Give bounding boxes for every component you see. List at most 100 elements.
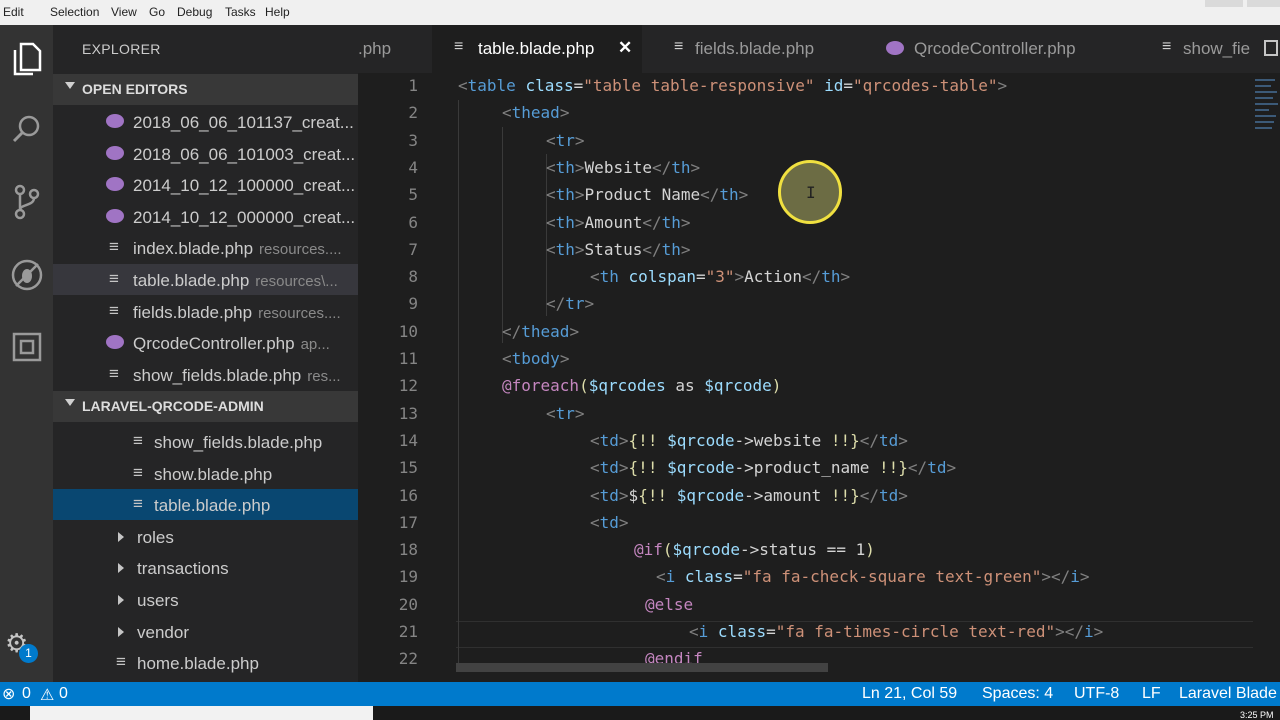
- line-number: 4: [408, 157, 418, 177]
- code-text: <td>{!! $qrcode->product_name !!}</td>: [590, 458, 956, 477]
- open-editor-path: resources....: [259, 241, 342, 259]
- tree-folder[interactable]: transactions: [53, 552, 358, 583]
- menu-help[interactable]: Help: [265, 5, 290, 19]
- explorer-sidebar: EXPLORER OPEN EDITORS 2018_06_06_101137_…: [53, 25, 358, 682]
- source-control-icon[interactable]: [0, 182, 53, 222]
- menu-go[interactable]: Go: [149, 5, 165, 19]
- open-editor-item[interactable]: ≡ show_fields.blade.php res...: [53, 359, 358, 390]
- code-token: i: [1084, 622, 1094, 641]
- debug-icon[interactable]: [0, 255, 53, 295]
- extensions-icon[interactable]: [0, 327, 53, 367]
- code-token: <: [590, 430, 600, 450]
- tree-folder[interactable]: roles: [53, 521, 358, 552]
- open-editor-item[interactable]: ≡ index.blade.php resources....: [53, 232, 358, 263]
- code-token: $qrcode: [672, 540, 740, 560]
- tab-show-fields[interactable]: ≡ show_fie: [1148, 25, 1250, 73]
- line-number: 3: [408, 130, 418, 150]
- code-token: >: [618, 458, 629, 478]
- indentation[interactable]: Spaces: 4: [982, 685, 1053, 703]
- horizontal-scrollbar[interactable]: [456, 663, 828, 672]
- code-token: >: [574, 157, 585, 177]
- menu-selection[interactable]: Selection: [50, 5, 99, 19]
- search-icon[interactable]: [0, 109, 53, 149]
- maximize-button[interactable]: [1247, 0, 1280, 7]
- minimize-button[interactable]: [1205, 0, 1243, 7]
- tree-file[interactable]: ≡ show.blade.php: [53, 458, 358, 489]
- tree-folder[interactable]: users: [53, 584, 358, 615]
- code-line: 12 @foreach($qrcodes as $qrcode): [358, 373, 1258, 400]
- code-token: ></: [1055, 622, 1084, 641]
- explorer-title: EXPLORER: [82, 41, 161, 57]
- code-line: 18 @if($qrcode->status == 1): [358, 537, 1258, 564]
- php-elephant-icon: [106, 335, 124, 350]
- minimap[interactable]: [1253, 73, 1280, 682]
- code-token: >: [559, 349, 570, 368]
- code-token: >: [690, 157, 701, 177]
- encoding[interactable]: UTF-8: [1074, 685, 1119, 703]
- chevron-right-icon: [118, 531, 124, 542]
- code-token: class: [717, 622, 767, 641]
- project-section[interactable]: LARAVEL-QRCODE-ADMIN: [53, 391, 358, 422]
- code-token: >: [574, 130, 585, 150]
- warning-count[interactable]: 0: [59, 685, 68, 703]
- code-text: <th>Website</th>: [546, 158, 700, 177]
- line-number: 14: [398, 430, 418, 450]
- open-editor-item[interactable]: ≡ fields.blade.php resources....: [53, 296, 358, 327]
- open-editor-filename: 2014_10_12_100000_creat...: [133, 176, 356, 196]
- menu-debug[interactable]: Debug: [177, 5, 212, 19]
- open-editor-item[interactable]: 2014_10_12_000000_creat...: [53, 201, 358, 232]
- tree-file[interactable]: ≡ home.blade.php: [53, 647, 358, 678]
- code-line: 7 <th>Status</th>: [358, 237, 1258, 264]
- line-number: 2: [408, 103, 418, 123]
- tab-prev-php[interactable]: .php: [358, 25, 428, 73]
- menu-view[interactable]: View: [111, 5, 137, 19]
- menu-tasks[interactable]: Tasks: [225, 5, 256, 19]
- code-token: </: [859, 485, 880, 505]
- tab-qrcode-controller[interactable]: QrcodeController.php: [868, 25, 1108, 73]
- open-editor-item[interactable]: 2014_10_12_100000_creat...: [53, 169, 358, 200]
- language-mode[interactable]: Laravel Blade: [1179, 685, 1277, 703]
- code-token: <: [590, 458, 600, 478]
- menu-edit[interactable]: Edit: [3, 5, 24, 19]
- open-editor-filename: table.blade.php: [133, 271, 250, 290]
- warning-icon[interactable]: ⚠: [40, 685, 54, 705]
- tree-item-label: home.blade.php: [137, 654, 259, 674]
- open-editor-item[interactable]: 2018_06_06_101137_creat...: [53, 106, 358, 137]
- cursor-position[interactable]: Ln 21, Col 59: [862, 685, 957, 703]
- tree-file[interactable]: ≡ table.blade.php: [53, 489, 358, 521]
- code-token: thead: [511, 103, 560, 123]
- code-text: </tr>: [546, 294, 594, 313]
- tab-table-blade[interactable]: ≡ table.blade.php ✕: [432, 25, 642, 73]
- line-number: 19: [398, 567, 418, 587]
- code-token: Website: [584, 157, 652, 177]
- open-editors-section[interactable]: OPEN EDITORS: [53, 74, 358, 105]
- tab-label: fields.blade.php: [695, 39, 815, 58]
- close-icon[interactable]: ✕: [618, 38, 632, 58]
- tree-file[interactable]: ≡ show_fields.blade.php: [53, 426, 358, 457]
- code-line: 20 @else: [358, 592, 1258, 619]
- code-token: th: [671, 157, 691, 177]
- code-token: ->amount: [744, 485, 831, 505]
- open-editor-item[interactable]: ≡ table.blade.php resources\...: [53, 264, 358, 295]
- open-editor-item[interactable]: 2018_06_06_101003_creat...: [53, 138, 358, 169]
- file-lines-icon: ≡: [109, 237, 119, 257]
- open-editor-item[interactable]: QrcodeController.php ap...: [53, 327, 358, 358]
- code-token: ->website: [734, 430, 831, 450]
- line-number: 1: [408, 76, 418, 95]
- error-count[interactable]: 0: [22, 685, 31, 703]
- tab-fields-blade[interactable]: ≡ fields.blade.php: [658, 25, 858, 73]
- code-token: Action: [744, 267, 802, 287]
- code-token: th: [661, 239, 681, 259]
- tree-folder[interactable]: vendor: [53, 616, 358, 647]
- explorer-icon[interactable]: [0, 39, 53, 79]
- code-token: </: [801, 267, 822, 287]
- line-ending[interactable]: LF: [1142, 685, 1161, 703]
- split-editor-icon[interactable]: [1264, 40, 1278, 56]
- error-icon[interactable]: ⊗: [2, 684, 15, 704]
- taskbar-search-box[interactable]: [30, 706, 373, 720]
- code-token: >: [584, 294, 595, 314]
- code-token: >: [1093, 622, 1104, 641]
- code-text: @else: [645, 595, 693, 614]
- tab-label: table.blade.php: [478, 39, 595, 58]
